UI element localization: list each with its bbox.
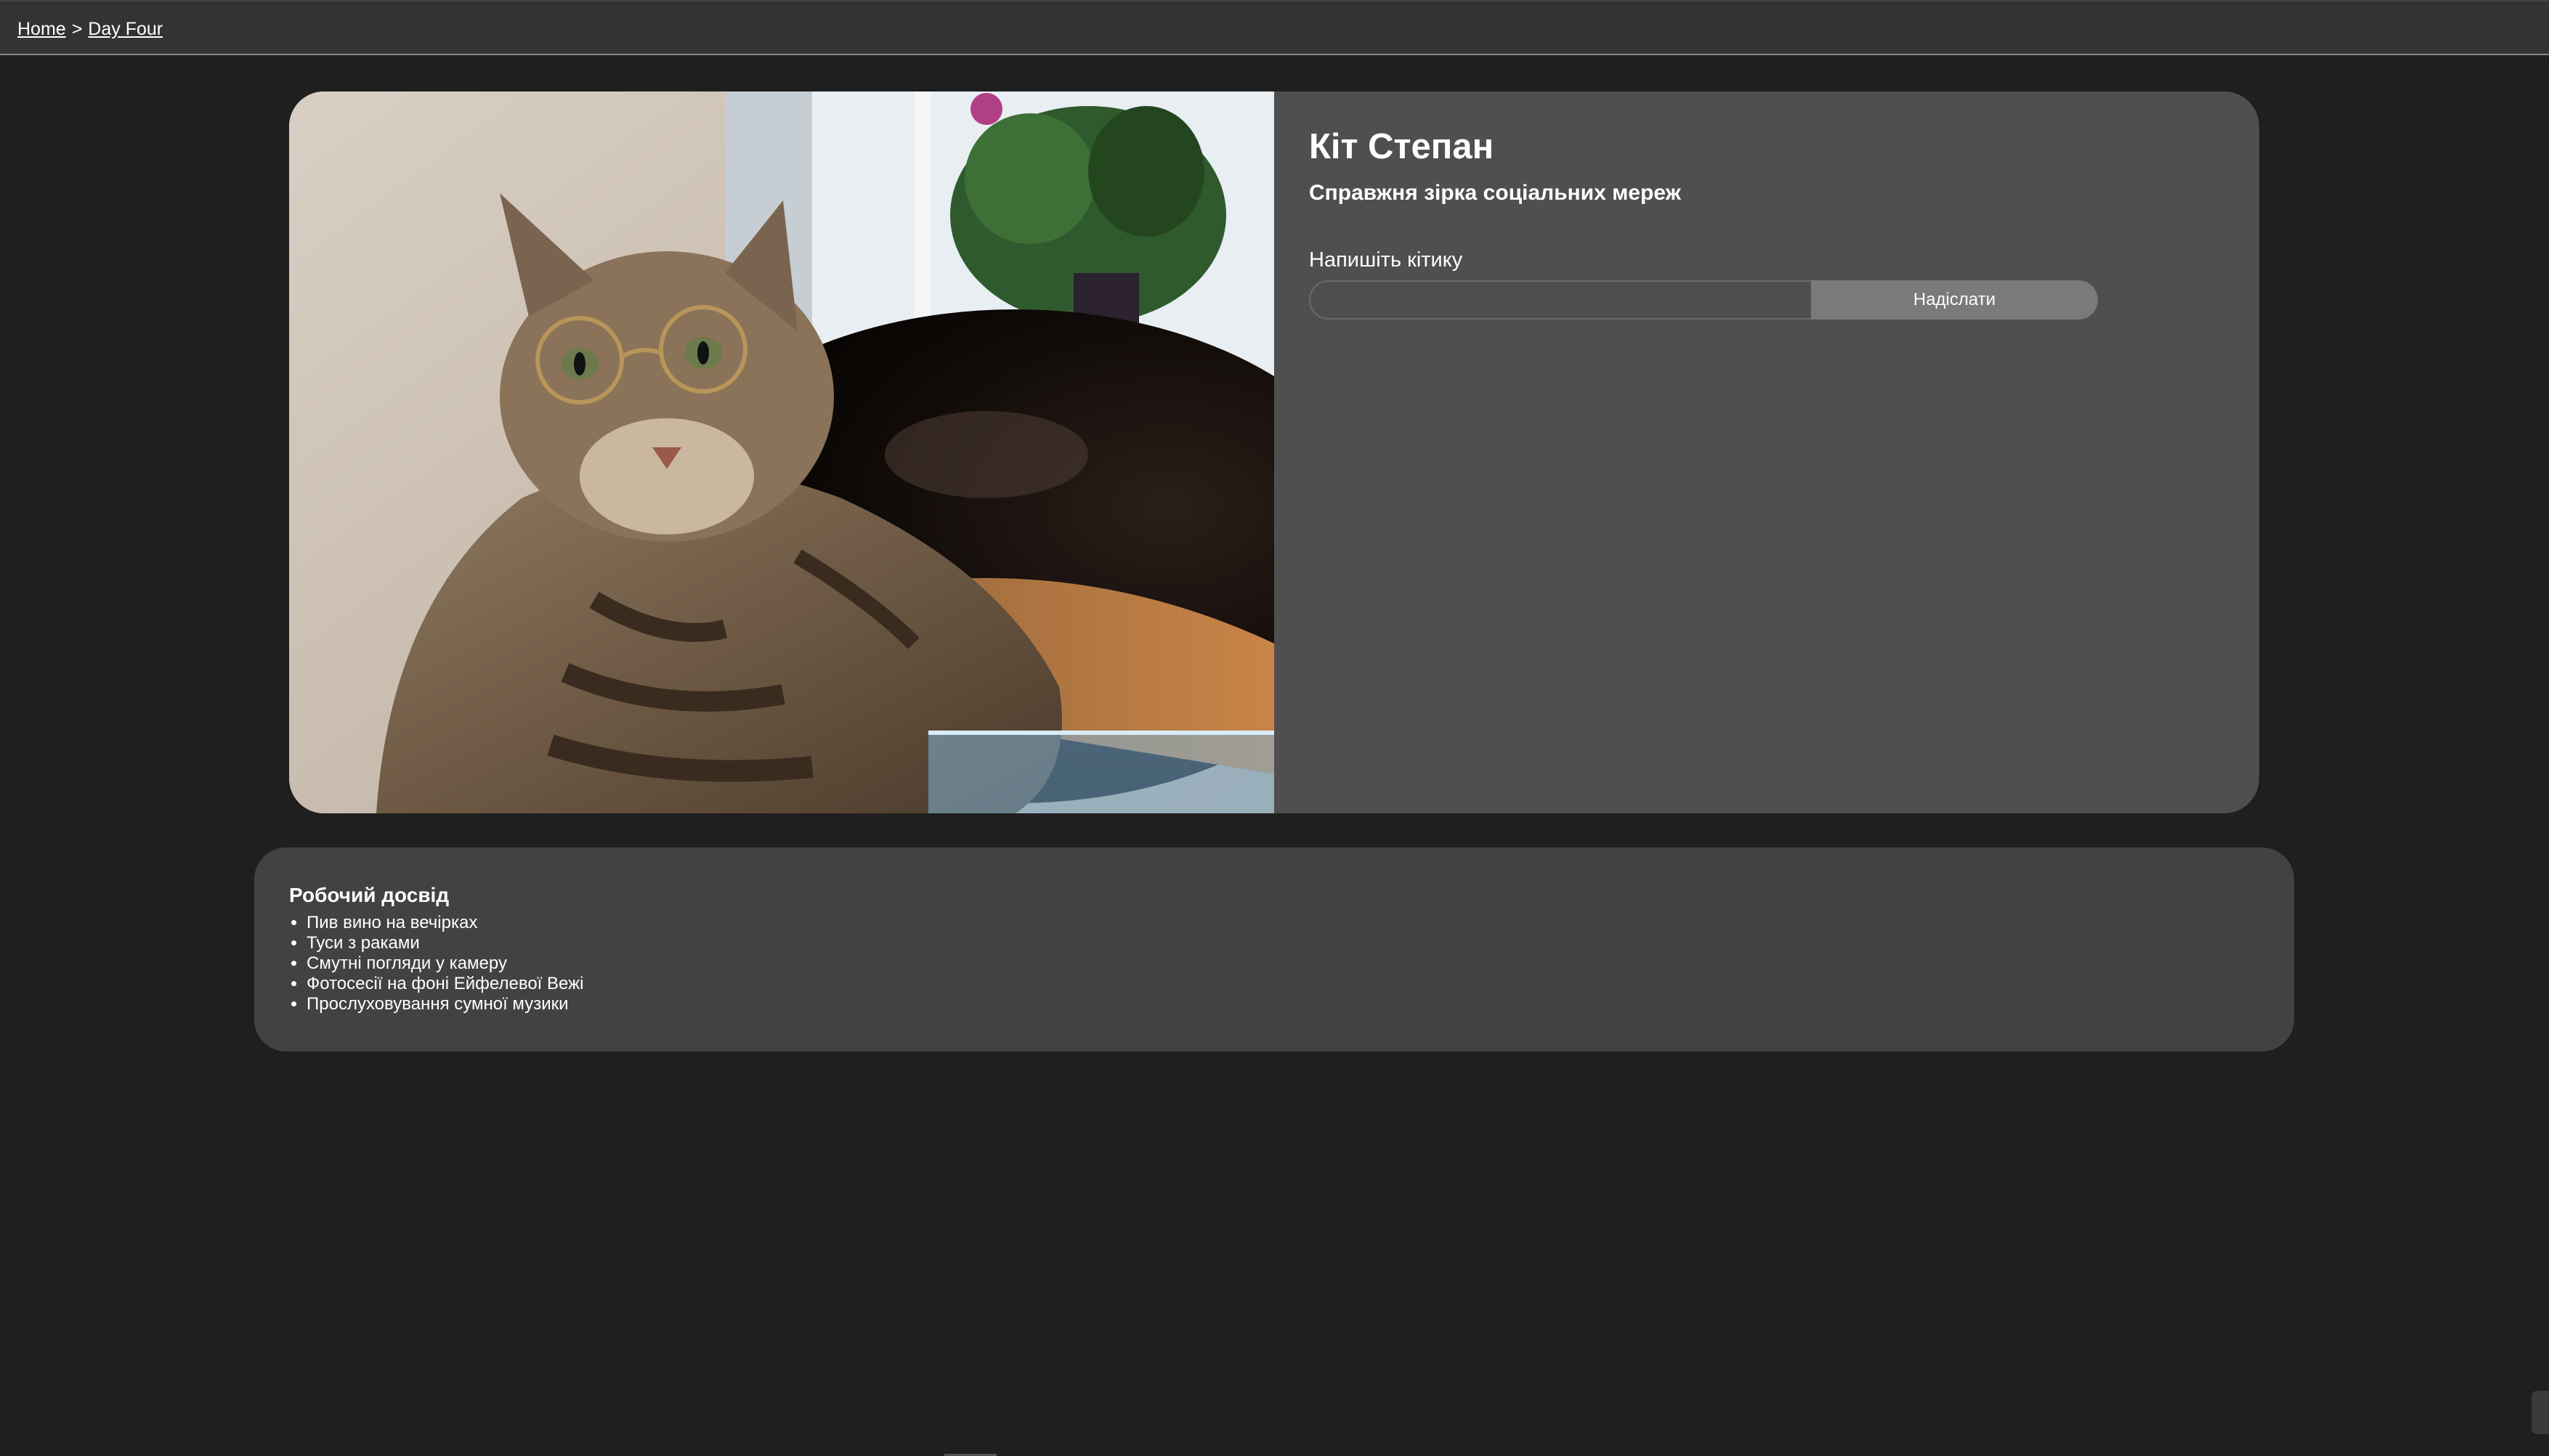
cat-photo-illustration [289, 91, 1274, 813]
side-handle[interactable] [2532, 1391, 2549, 1434]
list-item: Смутні погляди у камеру [307, 953, 583, 974]
top-navigation-bar: Home > Day Four [0, 0, 2549, 55]
profile-info: Кіт Степан Справжня зірка соціальних мер… [1309, 125, 2181, 320]
profile-tagline: Справжня зірка соціальних мереж [1309, 181, 1681, 205]
list-item: Пив вино на вечірках [307, 913, 583, 933]
breadcrumb-current-link[interactable]: Day Four [88, 19, 163, 39]
list-item: Фотосесії на фоні Ейфелевої Вежі [307, 974, 583, 994]
cat-photo [289, 91, 1274, 813]
profile-name: Кіт Степан [1309, 127, 1494, 166]
breadcrumb-separator: > [71, 19, 83, 39]
profile-card: Кіт Степан Справжня зірка соціальних мер… [289, 91, 2259, 813]
list-item: Прослуховування сумної музики [307, 994, 583, 1014]
message-input[interactable] [1309, 280, 1811, 320]
message-form: Надіслати [1309, 280, 2098, 320]
list-item: Туси з раками [307, 933, 583, 953]
send-button[interactable]: Надіслати [1811, 280, 2098, 320]
message-label: Напишіть кітику [1309, 248, 1463, 272]
breadcrumb-home-link[interactable]: Home [17, 19, 66, 39]
experience-list: Пив вино на вечірках Туси з раками Смутн… [289, 913, 583, 1014]
experience-card: Робочий досвід Пив вино на вечірках Туси… [254, 847, 2294, 1052]
experience-title: Робочий досвід [289, 884, 450, 906]
breadcrumb: Home > Day Four [17, 17, 163, 41]
